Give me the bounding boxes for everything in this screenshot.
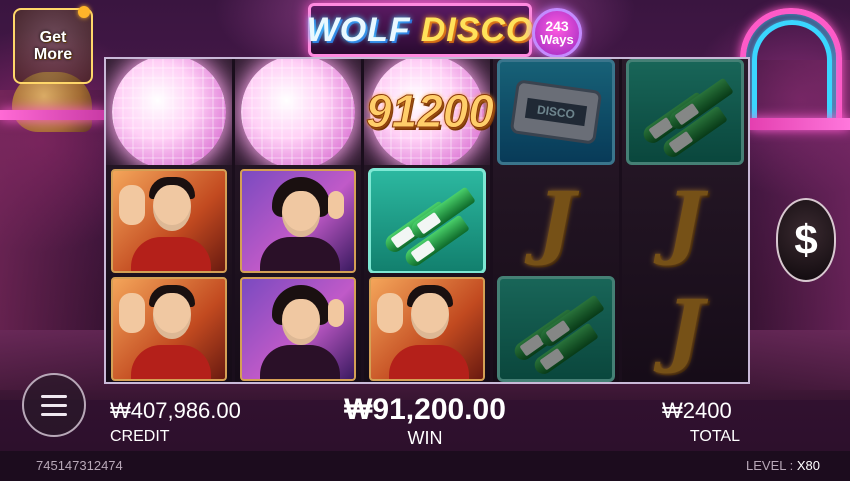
- letter-symbol: J: [666, 282, 704, 377]
- status-bar: [0, 451, 850, 481]
- reel-cell: J: [493, 168, 619, 274]
- man-face: [153, 184, 191, 231]
- reel-cell: J: [622, 276, 748, 382]
- reel-cell: DISCO: [493, 59, 619, 165]
- man-symbol: [111, 277, 227, 382]
- reel-cell: [364, 276, 490, 382]
- reel-column: JJ: [622, 59, 748, 382]
- woman-hand: [328, 299, 344, 328]
- man-body: [131, 345, 211, 380]
- logo-wolf-text: WOLF: [306, 10, 411, 49]
- disco-ball-symbol: [241, 59, 355, 165]
- reel-cell: [235, 59, 361, 165]
- left-neon-strip: [0, 110, 104, 120]
- man-hand: [119, 293, 145, 334]
- pager-screen-text: DISCO: [524, 97, 588, 126]
- round-id: 745147312474: [36, 458, 123, 473]
- reel-cell: [364, 167, 490, 274]
- reel-column: [106, 59, 232, 382]
- man-face: [411, 293, 449, 340]
- hamburger-line: [41, 412, 67, 416]
- reel-cell: [235, 168, 361, 274]
- reel-column: [235, 59, 361, 382]
- man-symbol: [111, 168, 227, 273]
- ways-label: Ways: [540, 32, 574, 47]
- logo-disco-text: DISCO: [420, 10, 534, 49]
- woman-symbol: [240, 277, 356, 382]
- total-bet-value[interactable]: ₩2400: [662, 398, 732, 424]
- man-hand: [119, 184, 145, 225]
- reel-column: DISCO J: [493, 59, 619, 383]
- notification-dot: [78, 6, 90, 18]
- hamburger-line: [41, 403, 67, 407]
- man-body: [131, 236, 211, 271]
- bet-button[interactable]: $: [776, 197, 836, 283]
- right-neon-strip: [750, 118, 850, 130]
- level-indicator: LEVEL : X80: [746, 458, 820, 473]
- dollar-icon: $: [776, 198, 836, 282]
- neon-arch-inner: [752, 20, 832, 123]
- woman-body: [260, 236, 340, 271]
- reel-cell: [106, 59, 232, 165]
- get-more-label: Get More: [33, 29, 73, 63]
- man-symbol: [369, 277, 485, 382]
- win-value: ₩91,200.00: [344, 393, 506, 426]
- get-more-button[interactable]: Get More: [13, 8, 93, 84]
- pager-body: DISCO: [509, 79, 603, 145]
- man-body: [389, 345, 469, 380]
- letter-symbol: J: [537, 173, 575, 268]
- reel-cell: [106, 276, 232, 382]
- woman-face: [282, 190, 320, 237]
- ways-number: 243: [545, 18, 569, 34]
- bottles-symbol: [368, 167, 486, 274]
- reel-cell: [106, 168, 232, 274]
- total-bet-label: TOTAL: [689, 428, 740, 445]
- pager-symbol: DISCO: [497, 59, 615, 165]
- reel-cell: [235, 276, 361, 382]
- reel-cell: [493, 276, 619, 383]
- credit-label: CREDIT: [110, 428, 170, 445]
- man-face: [153, 293, 191, 340]
- level-value: X80: [796, 458, 820, 473]
- game-logo: WOLF DISCO: [306, 3, 534, 57]
- credit-value: ₩407,986.00: [110, 398, 241, 423]
- letter-symbol: J: [666, 173, 704, 268]
- win-label: WIN: [407, 428, 443, 448]
- man-hand: [377, 293, 403, 334]
- reel-cell: J: [622, 168, 748, 274]
- hamburger-line: [41, 394, 67, 398]
- woman-hand: [328, 190, 344, 219]
- woman-symbol: [240, 168, 356, 273]
- menu-button[interactable]: [22, 373, 86, 437]
- ways-badge: 243 Ways: [532, 8, 582, 58]
- woman-face: [282, 299, 320, 346]
- disco-ball-symbol: [112, 59, 226, 165]
- bottles-symbol: [626, 59, 744, 165]
- win-amount-popup: 91200: [366, 85, 495, 138]
- bottles-symbol: [497, 276, 615, 383]
- level-label: LEVEL :: [746, 458, 794, 473]
- reel-cell: [622, 59, 748, 165]
- woman-body: [260, 345, 340, 380]
